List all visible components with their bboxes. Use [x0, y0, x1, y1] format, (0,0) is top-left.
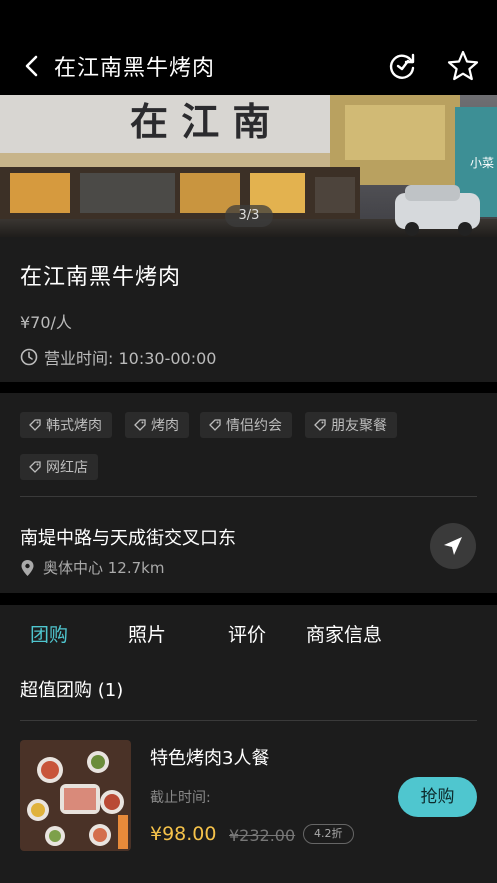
favorite-star-icon[interactable] [446, 49, 480, 83]
average-price: ¥70/人 [20, 313, 72, 332]
tab-photos[interactable]: 照片 [128, 620, 166, 647]
shop-name: 在江南黑牛烤肉 [20, 265, 182, 290]
shop-address[interactable]: 南堤中路与天成街交叉口东 [20, 524, 236, 550]
deal-deadline: 截止时间: [150, 790, 211, 806]
tag-label: 烤肉 [151, 418, 179, 434]
tag-item[interactable]: 朋友聚餐 [305, 412, 397, 438]
deal-name[interactable]: 特色烤肉3人餐 [150, 744, 269, 770]
tag-label: 朋友聚餐 [331, 418, 387, 434]
tag-icon [29, 419, 41, 431]
tab-merchant-info[interactable]: 商家信息 [306, 620, 382, 647]
tag-item[interactable]: 网红店 [20, 454, 98, 480]
deal-image[interactable] [20, 740, 131, 851]
tag-item[interactable]: 韩式烤肉 [20, 412, 112, 438]
shop-info-card: 在江南黑牛烤肉 ¥70/人 营业时间: 10:30-00:00 [0, 237, 497, 382]
deal-discount-badge: 4.2折 [303, 824, 354, 844]
tab-group-buy[interactable]: 团购 [30, 620, 68, 647]
tag-item[interactable]: 烤肉 [125, 412, 189, 438]
tag-label: 情侣约会 [226, 418, 282, 434]
tag-label: 网红店 [46, 460, 88, 476]
divider [20, 720, 477, 721]
divider [20, 496, 477, 497]
refresh-icon[interactable] [386, 50, 418, 82]
deal-original-price: ¥232.00 [229, 826, 296, 845]
navigation-arrow-icon [444, 537, 462, 555]
storefront-photo[interactable]: 在 江 南 小菜 3/3 [0, 95, 497, 237]
top-bar: 在江南黑牛烤肉 [0, 0, 497, 95]
deals-card: 团购 照片 评价 商家信息 超值团购 (1) 特色烤肉3人餐 截止时间: ¥98… [0, 605, 497, 883]
tag-icon [209, 419, 221, 431]
distance-text: 奥体中心 12.7km [43, 559, 165, 577]
svg-text:在 江 南: 在 江 南 [130, 99, 270, 144]
deal-food-image [20, 740, 131, 851]
business-hours-text: 营业时间: 10:30-00:00 [44, 349, 217, 368]
tags-location-card: 韩式烤肉 烤肉 情侣约会 朋友聚餐 网红店 南堤中路与天成街交叉口东 奥体中心 … [0, 393, 497, 593]
svg-text:小菜: 小菜 [470, 156, 494, 170]
page-title: 在江南黑牛烤肉 [54, 56, 216, 81]
tag-icon [134, 419, 146, 431]
navigate-button[interactable] [430, 523, 476, 569]
tag-item[interactable]: 情侣约会 [200, 412, 292, 438]
tag-icon [314, 419, 326, 431]
tag-icon [29, 461, 41, 473]
distance-info: 奥体中心 12.7km [20, 557, 164, 578]
deal-price: ¥98.00 [150, 823, 217, 845]
back-arrow-icon[interactable] [18, 52, 46, 80]
tag-label: 韩式烤肉 [46, 418, 102, 434]
location-pin-icon [21, 559, 34, 576]
tab-reviews[interactable]: 评价 [228, 620, 266, 647]
clock-icon [20, 348, 38, 366]
photo-counter: 3/3 [225, 205, 273, 227]
buy-button[interactable]: 抢购 [398, 777, 477, 817]
business-hours: 营业时间: 10:30-00:00 [20, 345, 216, 369]
deals-section-title: 超值团购 (1) [20, 680, 124, 701]
